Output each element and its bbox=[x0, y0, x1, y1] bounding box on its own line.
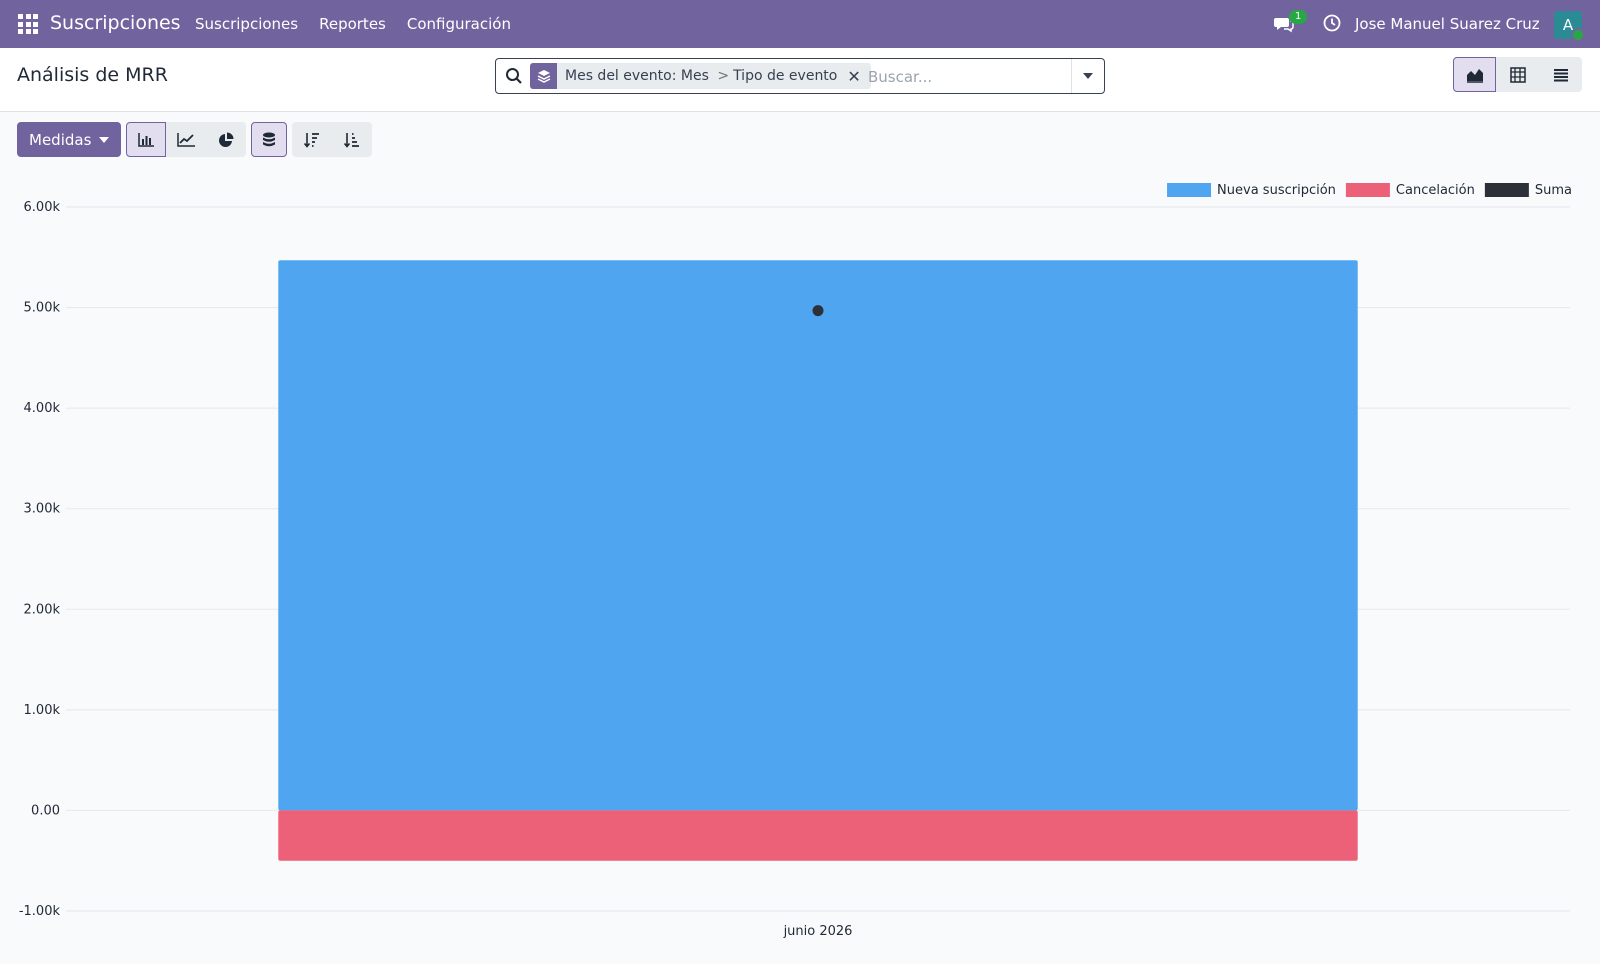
stack-group bbox=[251, 122, 288, 157]
y-tick-label: -1.00k bbox=[19, 904, 61, 919]
sort-descending-button[interactable] bbox=[292, 122, 333, 157]
list-icon bbox=[1553, 68, 1568, 81]
legend-swatch bbox=[1345, 183, 1390, 197]
top-navbar: Suscripciones Suscripciones Reportes Con… bbox=[0, 0, 1600, 48]
bar-chart-button[interactable] bbox=[126, 122, 167, 157]
search-bar: Mes del evento: Mes > Tipo de evento ✕ bbox=[495, 58, 1105, 94]
bar-chart-icon bbox=[138, 132, 155, 147]
facet-separator: > bbox=[717, 68, 730, 84]
activity-clock-icon[interactable] bbox=[1323, 14, 1341, 32]
x-tick-label: junio 2026 bbox=[783, 924, 853, 939]
menu-item-configuracion[interactable]: Configuración bbox=[407, 15, 511, 33]
legend-label[interactable]: Nueva suscripción bbox=[1217, 183, 1336, 198]
y-tick-label: 0.00 bbox=[31, 803, 60, 818]
y-tick-label: 1.00k bbox=[24, 703, 61, 718]
search-input[interactable] bbox=[866, 63, 1060, 91]
stacked-toggle-button[interactable] bbox=[251, 122, 288, 157]
area-chart-icon bbox=[1466, 68, 1483, 83]
legend-label[interactable]: Suma bbox=[1535, 183, 1572, 198]
bar-chart: -1.00k 0.00 1.00k 2.00k 3.00k 4.00k 5.00k 6.00k… bbox=[19, 183, 1572, 939]
y-tick-label: 5.00k bbox=[24, 301, 61, 316]
sort-group bbox=[292, 122, 373, 157]
facet-value: Tipo de evento bbox=[733, 68, 838, 84]
y-tick-label: 2.00k bbox=[24, 602, 61, 617]
y-tick-label: 4.00k bbox=[24, 401, 61, 416]
menu-item-suscripciones[interactable]: Suscripciones bbox=[195, 15, 298, 33]
control-panel: Análisis de MRR Mes del evento: Mes > Tip… bbox=[0, 48, 1600, 112]
graph-toolbar: Medidas bbox=[17, 122, 373, 157]
database-stack-icon bbox=[263, 132, 276, 146]
chart-type-group bbox=[126, 122, 247, 157]
apps-menu-icon[interactable] bbox=[18, 14, 38, 34]
group-by-layers-icon bbox=[530, 63, 557, 89]
facet-field: Mes del evento: Mes bbox=[565, 68, 709, 84]
facet-label: Mes del evento: Mes > Tipo de evento bbox=[557, 68, 845, 84]
online-status-indicator bbox=[1571, 28, 1585, 42]
pivot-table-icon bbox=[1509, 66, 1526, 83]
search-options-toggle[interactable] bbox=[1071, 59, 1104, 93]
view-list-button[interactable] bbox=[1539, 57, 1582, 92]
user-name[interactable]: Jose Manuel Suarez Cruz bbox=[1355, 15, 1540, 33]
sort-ascending-button[interactable] bbox=[332, 122, 373, 157]
legend-swatch bbox=[1484, 183, 1529, 197]
messages-count-badge: 1 bbox=[1289, 10, 1308, 24]
sum-point bbox=[812, 305, 824, 317]
view-pivot-button[interactable] bbox=[1496, 57, 1539, 92]
line-chart-button[interactable] bbox=[166, 122, 207, 157]
measures-dropdown-button[interactable]: Medidas bbox=[17, 122, 122, 157]
app-name[interactable]: Suscripciones bbox=[50, 12, 181, 34]
view-switcher bbox=[1453, 57, 1582, 92]
search-facet: Mes del evento: Mes > Tipo de evento ✕ bbox=[530, 63, 871, 89]
caret-down-icon bbox=[99, 136, 110, 143]
graph-area: -1.00k 0.00 1.00k 2.00k 3.00k 4.00k 5.00k 6.00k… bbox=[0, 170, 1600, 960]
pie-chart-icon bbox=[219, 132, 234, 147]
line-chart-icon bbox=[177, 132, 196, 147]
pie-chart-button[interactable] bbox=[206, 122, 247, 157]
legend-swatch bbox=[1167, 183, 1212, 197]
bar-negative bbox=[278, 810, 1358, 861]
bar-positive bbox=[278, 260, 1358, 811]
chevron-down-icon bbox=[1083, 73, 1093, 79]
page-title: Análisis de MRR bbox=[17, 64, 168, 86]
search-icon[interactable] bbox=[505, 67, 523, 85]
legend-label[interactable]: Cancelación bbox=[1396, 183, 1475, 198]
main-menu: Suscripciones Reportes Configuración bbox=[195, 15, 532, 33]
sort-ascending-icon bbox=[344, 132, 360, 148]
sort-descending-icon bbox=[304, 132, 320, 148]
y-tick-label: 3.00k bbox=[24, 502, 61, 517]
menu-item-reportes[interactable]: Reportes bbox=[319, 15, 386, 33]
y-tick-label: 6.00k bbox=[24, 200, 61, 215]
view-graph-button[interactable] bbox=[1453, 57, 1496, 92]
measures-label: Medidas bbox=[29, 130, 92, 149]
